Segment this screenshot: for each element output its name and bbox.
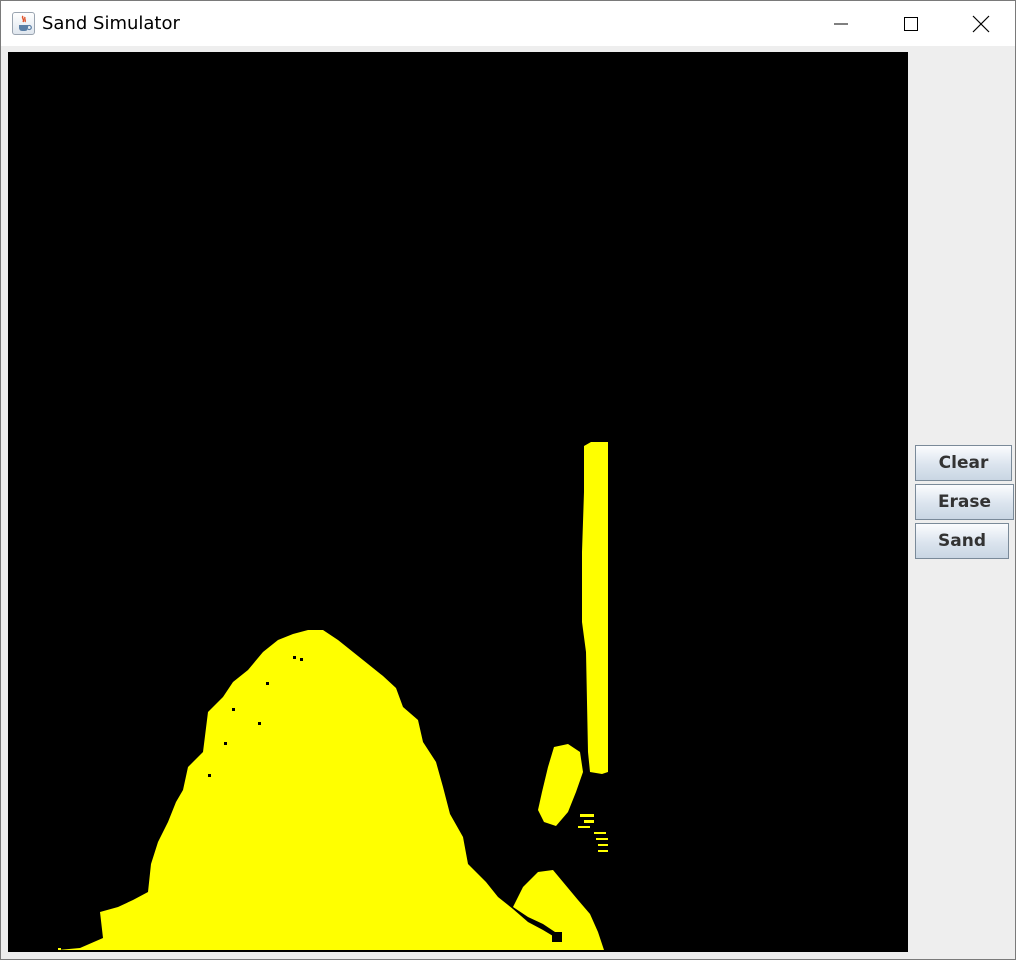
maximize-icon (904, 16, 918, 31)
clear-button[interactable]: Clear (915, 445, 1012, 481)
minimize-button[interactable] (806, 1, 876, 46)
sand-canvas[interactable] (8, 52, 908, 952)
window-title: Sand Simulator (42, 13, 180, 34)
java-app-icon (12, 12, 35, 35)
title-bar[interactable]: Sand Simulator (1, 1, 1015, 46)
close-button[interactable] (946, 1, 1015, 46)
minimize-icon (834, 23, 848, 24)
application-window: Sand Simulator Clear Erase Sand (0, 0, 1016, 960)
maximize-button[interactable] (876, 1, 946, 46)
erase-button[interactable]: Erase (915, 484, 1014, 520)
sand-button[interactable]: Sand (915, 523, 1009, 559)
close-icon (972, 15, 990, 32)
